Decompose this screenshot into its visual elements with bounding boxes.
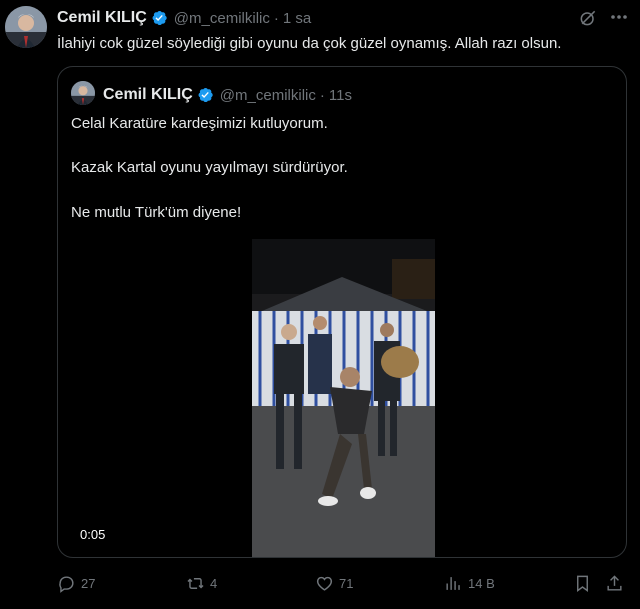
reply-count: 27 (81, 575, 96, 591)
tweet[interactable]: Cemil KILIÇ @m_cemilkilic · 1 sa İlahiyi… (0, 0, 640, 609)
quoted-author-handle[interactable]: @m_cemilkilic (220, 87, 316, 104)
views-icon (446, 576, 460, 590)
grok-icon[interactable] (578, 8, 598, 28)
reply-icon (59, 575, 74, 593)
author-name[interactable]: Cemil KILIÇ (57, 9, 147, 27)
bookmark-icon (577, 575, 588, 592)
separator-dot: · (319, 86, 325, 104)
more-options-icon[interactable] (608, 6, 630, 28)
like-button[interactable]: 71 (315, 572, 353, 594)
views-count: 14 B (468, 575, 495, 591)
author-handle[interactable]: @m_cemilkilic (174, 10, 270, 27)
quoted-tweet[interactable]: Cemil KILIÇ @m_cemilkilic · 11s Celal Ka… (57, 66, 627, 558)
repost-count: 4 (210, 575, 218, 591)
repost-icon (187, 577, 204, 589)
repost-button[interactable]: 4 (186, 572, 217, 594)
video-timer: 0:05 (80, 527, 106, 542)
heart-icon (316, 576, 333, 591)
verified-badge-icon (152, 10, 167, 26)
views-button[interactable]: 14 B (444, 572, 495, 594)
quoted-text-line: Ne mutlu Türk'üm diyene! (71, 204, 242, 221)
quoted-text-line: Kazak Kartal oyunu yayılmayı sürdürüyor. (71, 159, 348, 176)
tweet-text: İlahiyi cok güzel söylediği gibi oyunu d… (57, 35, 562, 52)
quoted-time[interactable]: 11s (329, 87, 352, 104)
video-player[interactable] (252, 239, 435, 557)
tweet-header: Cemil KILIÇ @m_cemilkilic · 1 sa (57, 8, 311, 28)
separator-dot: · (273, 9, 279, 27)
bookmark-button[interactable] (573, 572, 597, 594)
quoted-text-line: Celal Karatüre kardeşimizi kutluyorum. (71, 115, 328, 132)
verified-badge-icon (198, 87, 213, 103)
like-count: 71 (339, 575, 354, 591)
tweet-time[interactable]: 1 sa (283, 10, 311, 27)
action-bar: 27 4 71 14 B (0, 572, 640, 596)
share-icon (607, 574, 622, 591)
quoted-header: Cemil KILIÇ @m_cemilkilic · 11s (103, 85, 352, 105)
quoted-author-avatar[interactable] (71, 81, 95, 105)
author-avatar[interactable] (5, 6, 47, 48)
quoted-author-name[interactable]: Cemil KILIÇ (103, 86, 193, 104)
share-button[interactable] (605, 572, 629, 594)
reply-button[interactable]: 27 (57, 572, 95, 594)
